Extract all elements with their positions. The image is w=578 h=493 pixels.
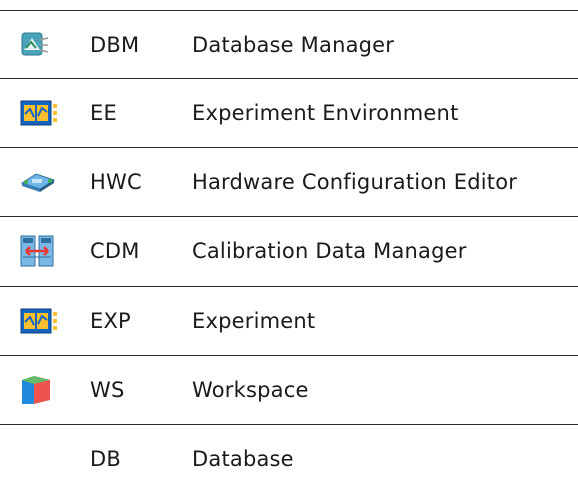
full-name: Experiment <box>192 308 316 333</box>
full-name: Workspace <box>192 377 309 402</box>
abbreviation: EXP <box>90 308 131 333</box>
database-manager-icon <box>21 32 49 55</box>
table-row: DB Database <box>0 425 578 492</box>
abbreviation: DB <box>90 446 121 471</box>
full-name: Experiment Environment <box>192 100 459 125</box>
icon-cell <box>0 100 90 126</box>
icon-cell <box>0 171 90 193</box>
experiment-environment-icon <box>20 100 57 125</box>
icon-cell <box>0 235 90 267</box>
table-row: WS Workspace <box>0 356 578 423</box>
abbreviations-table: DBM Database Manager EE Experiment Envir… <box>0 0 578 493</box>
table-row: CDM Calibration Data Manager <box>0 217 578 284</box>
workspace-icon <box>22 375 50 404</box>
abbreviation: EE <box>90 100 117 125</box>
table-row: EXP Experiment <box>0 287 578 354</box>
full-name: Database <box>192 446 294 471</box>
abbreviation: DBM <box>90 32 140 57</box>
abbreviation: WS <box>90 377 125 402</box>
table-row: DBM Database Manager <box>0 11 578 78</box>
icon-cell <box>0 374 90 406</box>
experiment-icon <box>20 308 57 333</box>
icon-cell <box>0 30 90 60</box>
full-name: Calibration Data Manager <box>192 238 467 263</box>
icon-cell <box>0 308 90 334</box>
table-row: HWC Hardware Configuration Editor <box>0 148 578 215</box>
abbreviation: CDM <box>90 238 140 263</box>
table-row: EE Experiment Environment <box>0 79 578 146</box>
full-name: Database Manager <box>192 32 395 57</box>
full-name: Hardware Configuration Editor <box>192 169 518 194</box>
abbreviation: HWC <box>90 169 142 194</box>
calibration-data-manager-icon <box>20 235 54 266</box>
hardware-configuration-icon <box>20 172 56 192</box>
